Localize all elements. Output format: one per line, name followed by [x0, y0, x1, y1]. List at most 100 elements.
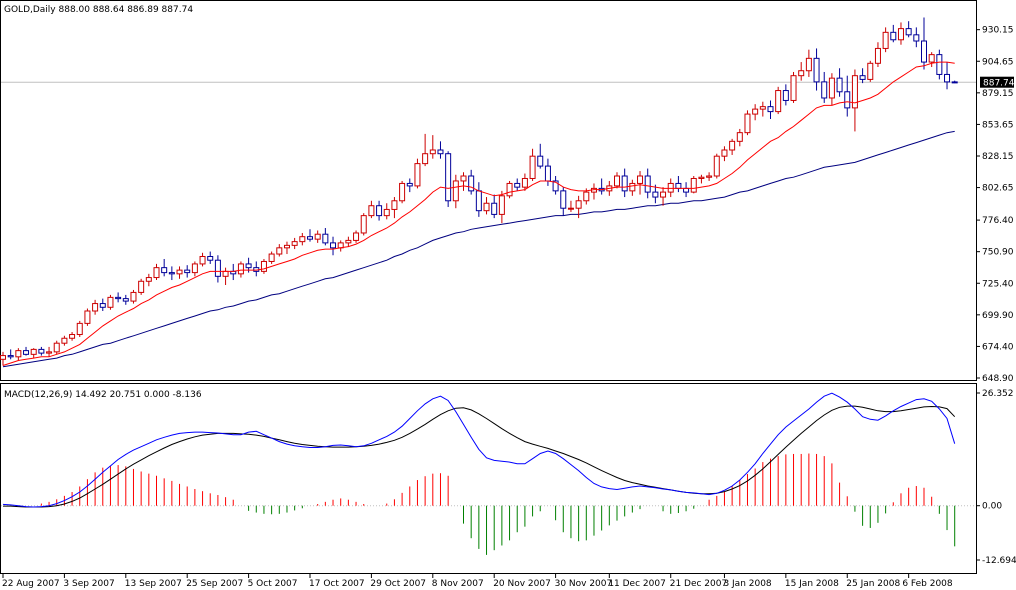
candle-body — [767, 106, 774, 113]
candle-body — [84, 310, 91, 324]
candle-body — [391, 200, 398, 210]
macd-pane-header: MACD(12,26,9) 14.492 20.751 0.000 -8.136 — [4, 390, 202, 400]
candle-body — [844, 91, 851, 109]
candle-body — [383, 208, 390, 217]
candle-body — [936, 54, 943, 75]
candle-body — [99, 303, 106, 308]
time-tick-label: 11 Dec 2007 — [608, 579, 666, 589]
candle-body — [614, 175, 620, 187]
candle-body — [721, 149, 728, 157]
price-tick-label: 725.40 — [982, 279, 1014, 289]
candle — [107, 294, 114, 310]
time-tick-label: 3 Sep 2007 — [63, 579, 114, 589]
candle — [130, 289, 137, 304]
candle — [138, 278, 145, 295]
candle-body — [675, 182, 682, 189]
candle-body — [506, 182, 513, 197]
candle-body — [698, 176, 705, 179]
candle-body — [452, 180, 459, 202]
candle-body — [951, 81, 958, 84]
price-tick-label: 802.65 — [982, 184, 1014, 194]
candle-body — [15, 350, 22, 358]
candle-body — [567, 207, 574, 210]
candle — [399, 180, 406, 204]
candle-body — [30, 348, 37, 355]
price-tick-label: 699.90 — [982, 311, 1014, 321]
candle-body — [644, 175, 651, 193]
time-axis: 22 Aug 2007 3 Sep 2007 13 Sep 2007 25 Sep 2… — [2, 574, 953, 589]
candle-body — [168, 272, 175, 275]
candle-body — [345, 239, 352, 244]
time-tick-label: 25 Sep 2007 — [186, 579, 243, 589]
candle-body — [859, 75, 866, 80]
candle-body — [368, 205, 375, 217]
candle-body — [61, 337, 68, 344]
price-tick-label: 674.40 — [982, 342, 1014, 352]
candle-body — [514, 182, 521, 188]
candle-body — [46, 351, 53, 354]
candle-body — [291, 241, 298, 246]
time-tick-label: 6 Feb 2008 — [902, 579, 953, 589]
candle-body — [23, 350, 30, 355]
candle-body — [483, 202, 490, 212]
candle-body — [498, 195, 505, 215]
candle-body — [76, 322, 83, 336]
candle-body — [237, 263, 244, 275]
candle — [76, 320, 83, 338]
candle-body — [775, 90, 782, 113]
price-tick-label: 750.90 — [982, 248, 1014, 258]
price-tick-label: 853.65 — [982, 120, 1014, 130]
candle-body — [790, 75, 797, 101]
time-tick-label: 21 Dec 2007 — [670, 579, 728, 589]
candle — [260, 258, 267, 274]
candle-body — [184, 269, 191, 274]
candle-body — [38, 348, 45, 354]
time-tick-label: 15 Jan 2008 — [785, 579, 839, 589]
candle-body — [874, 47, 881, 64]
candle-body — [537, 155, 544, 167]
candle-body — [53, 342, 60, 353]
candle-body — [821, 81, 828, 99]
candle-body — [437, 149, 444, 155]
candle-body — [629, 182, 636, 192]
candle-body — [744, 113, 751, 134]
time-tick-label: 29 Oct 2007 — [370, 579, 426, 589]
time-tick-label: 13 Sep 2007 — [125, 579, 182, 589]
candle-body — [92, 303, 99, 312]
candle-body — [660, 191, 667, 198]
candle — [690, 176, 697, 194]
candle-body — [445, 153, 452, 202]
candle-body — [276, 247, 283, 255]
candle — [414, 158, 421, 189]
candle-body — [222, 270, 229, 277]
candle — [445, 151, 452, 207]
candle — [713, 153, 720, 179]
candle-body — [283, 244, 290, 249]
candle-body — [690, 177, 697, 193]
candle-body — [353, 232, 360, 241]
candle-body — [429, 149, 436, 155]
candle-body — [260, 260, 267, 272]
chart-window: 930.15 904.65 879.15 853.65 828.15 802.65 776.… — [0, 0, 1016, 590]
price-tick-label: 828.15 — [982, 152, 1014, 162]
candle-body — [475, 190, 482, 212]
candle-body — [268, 253, 275, 262]
candle-body — [145, 277, 152, 282]
candle-body — [460, 175, 467, 182]
candle-body — [621, 175, 628, 192]
candle-body — [176, 269, 183, 275]
candle-body — [729, 140, 736, 151]
candle-body — [115, 296, 122, 300]
candle — [506, 180, 513, 199]
candle-body — [322, 233, 329, 244]
time-tick-label: 22 Aug 2007 — [2, 579, 60, 589]
time-tick-label: 5 Oct 2007 — [248, 579, 298, 589]
candle-body — [752, 108, 759, 115]
candle-body — [805, 57, 812, 72]
candle-body — [199, 256, 206, 265]
candle-body — [307, 236, 313, 240]
candle-body — [422, 153, 429, 165]
candle-body — [299, 236, 306, 243]
candle — [867, 60, 874, 82]
candle-body — [153, 267, 160, 279]
